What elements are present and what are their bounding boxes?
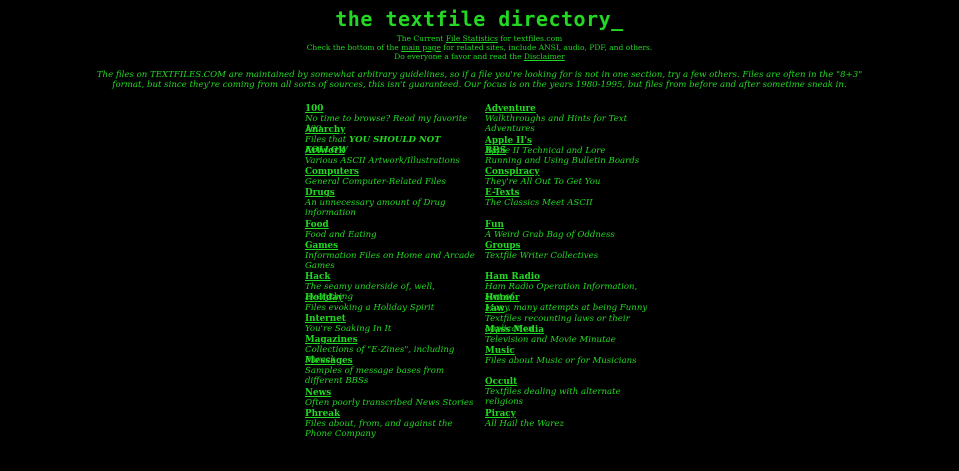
- category-link-games[interactable]: Games: [305, 241, 485, 251]
- category-description: They're All Out To Get You: [485, 177, 601, 187]
- category-link-humor[interactable]: Humor: [485, 293, 665, 303]
- category-link-ham-radio[interactable]: Ham Radio: [485, 272, 665, 282]
- intro-text: Check the bottom of the: [306, 43, 402, 52]
- category-description: Files about Music or for Musicians: [485, 355, 637, 366]
- main-page-link[interactable]: main page: [401, 43, 441, 52]
- category-description: General Computer-Related Files: [305, 177, 446, 187]
- category-description: Often poorly transcribed News Stories: [305, 397, 474, 408]
- category-description: Television and Movie Minutae: [485, 334, 616, 345]
- directory-entry-internet: Internet You're Soaking In It: [305, 314, 485, 334]
- directory-entry-news: News Often poorly transcribed News Storie…: [305, 388, 485, 408]
- directory-entry-phreak: Phreak Files about, from, and against the…: [305, 409, 485, 439]
- intro-text: for related sites, include ANSI, audio, …: [440, 43, 653, 52]
- category-link-bbs[interactable]: BBS: [485, 146, 665, 156]
- directory-entry-mass-media: Mass Media Television and Movie Minutae: [485, 325, 665, 345]
- category-link-law[interactable]: Law: [485, 304, 665, 314]
- category-link-occult[interactable]: Occult: [485, 377, 665, 387]
- category-link-hack[interactable]: Hack: [305, 272, 485, 282]
- intro-line-statistics: The Current File Statistics for textfile…: [0, 34, 959, 43]
- directory-entry-bbs: BBS Running and Using Bulletin Boards: [485, 146, 665, 166]
- category-link-groups[interactable]: Groups: [485, 241, 665, 251]
- directory-entry-piracy: Piracy All Hail the Warez: [485, 409, 665, 429]
- directory-entry-artwork: Artwork Various ASCII Artwork/Illustratio…: [305, 146, 485, 166]
- intro-text: for textfiles.com: [497, 34, 563, 43]
- category-description: Files evoking a Holiday Spirit: [305, 303, 435, 313]
- category-link-news[interactable]: News: [305, 388, 485, 398]
- category-description: Textfiles dealing with alternate religio…: [485, 387, 621, 407]
- category-description: An unnecessary amount of Drug informatio…: [305, 198, 446, 218]
- directory-entry-drugs: Drugs An unnecessary amount of Drug infor…: [305, 188, 485, 218]
- category-link-artwork[interactable]: Artwork: [305, 146, 485, 156]
- category-link-magazines[interactable]: Magazines: [305, 335, 485, 345]
- category-description: You're Soaking In It: [305, 324, 392, 334]
- category-description: Files about, from, and against the Phone…: [305, 418, 453, 439]
- intro-text: The Current: [396, 34, 446, 43]
- category-link-adventure[interactable]: Adventure: [485, 104, 665, 114]
- directory-entry-food: Food Food and Eating: [305, 220, 485, 240]
- directory-entry-adventure: Adventure Walkthroughs and Hints for Text…: [485, 104, 665, 134]
- intro-line-disclaimer: Do everyone a favor and read the Disclai…: [0, 52, 959, 61]
- directory-entry-conspiracy: Conspiracy They're All Out To Get You: [485, 167, 665, 187]
- category-description: Samples of message bases from different …: [305, 366, 445, 386]
- category-link-piracy[interactable]: Piracy: [485, 409, 665, 419]
- category-description: The Classics Meet ASCII: [485, 198, 593, 208]
- intro-line-main-page: Check the bottom of the main page for re…: [0, 43, 959, 52]
- category-link-100[interactable]: 100: [305, 104, 485, 114]
- category-description: Information Files on Home and Arcade Gam…: [305, 250, 475, 271]
- category-description: Walkthroughs and Hints for Text Adventur…: [485, 114, 628, 134]
- category-description: A Weird Grab Bag of Oddness: [485, 229, 615, 240]
- directory-entry-groups: Groups Textfile Writer Collectives: [485, 241, 665, 261]
- category-link-internet[interactable]: Internet: [305, 314, 485, 324]
- category-description: Running and Using Bulletin Boards: [485, 156, 640, 166]
- directory-entry-e-texts: E-Texts The Classics Meet ASCII: [485, 188, 665, 208]
- description-text: Files that: [305, 135, 349, 145]
- category-link-apple-ii-s[interactable]: Apple II's: [485, 136, 665, 146]
- directory-entry-holiday: Holiday Files evoking a Holiday Spirit: [305, 293, 485, 313]
- category-description: Various ASCII Artwork/Illustrations: [305, 156, 460, 166]
- directory-entry-messages: Messages Samples of message bases from di…: [305, 356, 485, 386]
- disclaimer-link[interactable]: Disclaimer: [524, 52, 565, 61]
- category-description: Food and Eating: [305, 229, 377, 240]
- category-link-mass-media[interactable]: Mass Media: [485, 325, 665, 335]
- directory-entry-occult: Occult Textfiles dealing with alternate r…: [485, 377, 665, 407]
- directory-entry-music: Music Files about Music or for Musicians: [485, 346, 665, 366]
- category-link-fun[interactable]: Fun: [485, 220, 665, 230]
- category-link-phreak[interactable]: Phreak: [305, 409, 485, 419]
- intro-block: The Current File Statistics for textfile…: [0, 34, 959, 61]
- category-link-messages[interactable]: Messages: [305, 356, 485, 366]
- guidelines-blurb: The files on TEXTFILES.COM are maintaine…: [96, 70, 863, 90]
- category-link-e-texts[interactable]: E-Texts: [485, 188, 665, 198]
- category-link-computers[interactable]: Computers: [305, 167, 485, 177]
- category-description: All Hail the Warez: [485, 418, 565, 429]
- category-link-anarchy[interactable]: Anarchy: [305, 125, 485, 135]
- intro-text: Do everyone a favor and read the: [394, 52, 524, 61]
- directory-entry-games: Games Information Files on Home and Arcad…: [305, 241, 485, 271]
- file-statistics-link[interactable]: File Statistics: [446, 34, 498, 43]
- category-link-music[interactable]: Music: [485, 346, 665, 356]
- category-link-drugs[interactable]: Drugs: [305, 188, 485, 198]
- category-link-conspiracy[interactable]: Conspiracy: [485, 167, 665, 177]
- directory-grid: 100 No time to browse? Read my favorite 1…: [305, 104, 665, 440]
- category-description: Textfile Writer Collectives: [485, 250, 599, 261]
- directory-entry-fun: Fun A Weird Grab Bag of Oddness: [485, 220, 665, 240]
- category-link-holiday[interactable]: Holiday: [305, 293, 485, 303]
- category-link-food[interactable]: Food: [305, 220, 485, 230]
- page-title: the textfile directory_: [335, 7, 624, 31]
- directory-entry-computers: Computers General Computer-Related Files: [305, 167, 485, 187]
